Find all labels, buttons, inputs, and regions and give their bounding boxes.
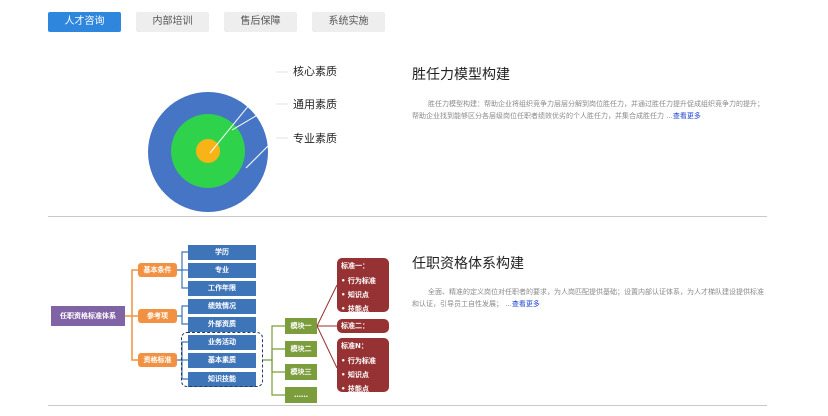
section2-description-text: 全面、精准的定义岗位对任职者的要求，为人岗匹配提供基础；设置内部认证体系，为人才… (412, 288, 764, 308)
leaf-external-qualification: 外部资质 (188, 317, 256, 332)
page: 人才咨询 内部培训 售后保障 系统实施 核心素质 通用素质 专业素质 胜任力模型… (0, 0, 828, 416)
standard-one-item: • 技能点 (341, 305, 369, 313)
section2-title: 任职资格体系构建 (412, 256, 524, 272)
section-divider-bottom (48, 405, 767, 406)
standard-one-item: • 知识点 (341, 291, 369, 299)
root-connectors (125, 269, 138, 361)
leaf-education: 学历 (188, 245, 256, 260)
section2-description: 全面、精准的定义岗位对任职者的要求，为人岗匹配提供基础；设置内部认证体系，为人才… (412, 286, 768, 310)
standard-one-title: 标准一： (341, 262, 369, 270)
label-professional-competency: 专业素质 (293, 132, 337, 145)
category-qualification-standard: 资格标准 (138, 353, 177, 367)
section1-title: 胜任力模型构建 (412, 67, 510, 83)
section1-description-text: 胜任力模型构建：帮助企业将组织竞争力层层分解到岗位胜任力，并通过胜任力提升促成组… (412, 100, 764, 120)
label-general-competency: 通用素质 (293, 98, 337, 111)
leaf-major: 专业 (188, 263, 256, 278)
standard-n-item: • 知识点 (341, 371, 369, 379)
module-one: 模块一 (285, 318, 317, 334)
module-connectors (263, 325, 285, 396)
dashed-group-outline (181, 332, 263, 387)
standard-one-item-text: 知识点 (347, 291, 369, 299)
standard-n: 标准N： • 行为标准 • 知识点 • 技能点 (337, 338, 389, 393)
standard-n-item-text: 行为标准 (347, 357, 376, 365)
module-two: 模块二 (285, 341, 317, 357)
module-more: …… (285, 387, 317, 403)
standard-n-item-text: 技能点 (347, 385, 369, 393)
standard-two-title: 标准二： (341, 322, 369, 330)
standard-two: 标准二： (337, 319, 389, 333)
standard-n-item-text: 知识点 (347, 371, 369, 379)
standard-n-title: 标准N： (341, 342, 368, 350)
standard-one-item: • 行为标准 (341, 277, 376, 285)
standard-one: 标准一： • 行为标准 • 知识点 • 技能点 (337, 258, 389, 313)
standard-n-item: • 行为标准 (341, 357, 376, 365)
standard-one-item-text: 技能点 (347, 305, 369, 313)
section2-read-more-link[interactable]: 查看更多 (512, 300, 540, 308)
root-node: 任职资格标准体系 (51, 306, 125, 326)
section-divider (48, 216, 767, 217)
competency-ring-diagram (125, 71, 338, 396)
inner-core (196, 139, 220, 163)
standard-connectors (316, 284, 338, 369)
section1-read-more-link[interactable]: 查看更多 (673, 112, 701, 120)
section1-description: 胜任力模型构建：帮助企业将组织竞争力层层分解到岗位胜任力，并通过胜任力提升促成组… (412, 98, 768, 122)
category-basic-conditions: 基本条件 (138, 263, 177, 277)
standard-n-item: • 技能点 (341, 385, 369, 393)
label-core-competency: 核心素质 (293, 65, 337, 78)
leaf-performance: 绩效情况 (188, 299, 256, 314)
standard-one-item-text: 行为标准 (347, 277, 376, 285)
category-reference: 参考项 (138, 309, 177, 323)
module-three: 模块三 (285, 364, 317, 380)
leaf-work-years: 工作年限 (188, 281, 256, 296)
